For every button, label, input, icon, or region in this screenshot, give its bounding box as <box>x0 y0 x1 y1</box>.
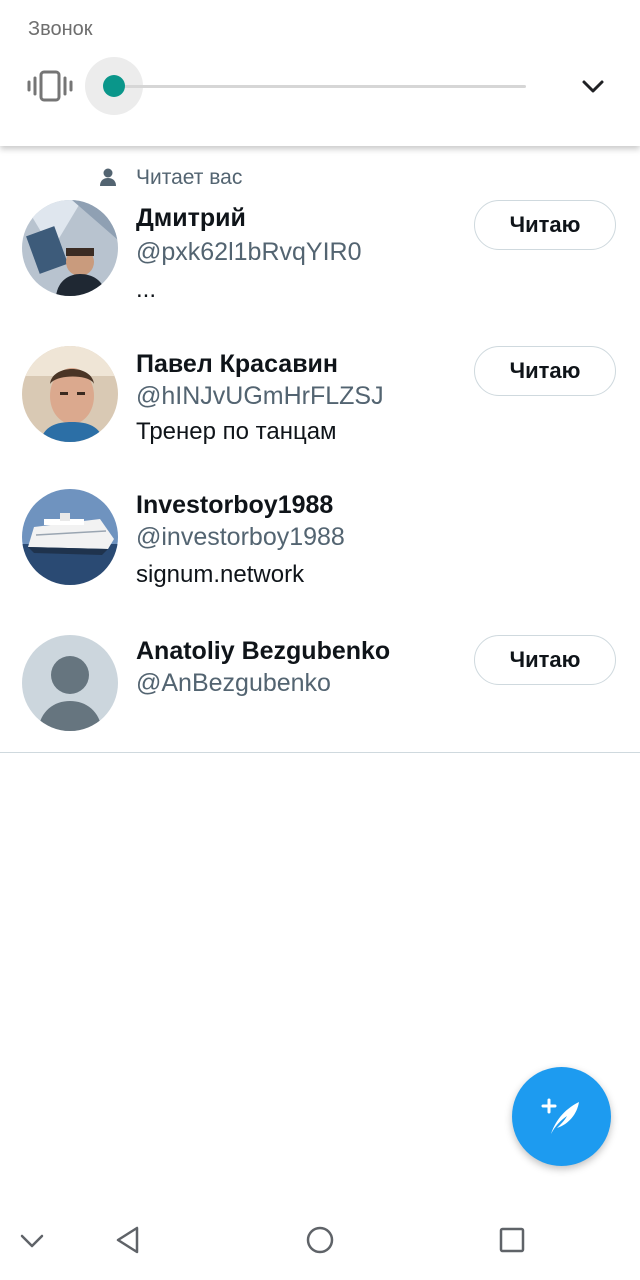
user-handle: @hINJvUGmHrFLZSJ <box>136 382 384 410</box>
follows-you-indicator: Читает вас <box>0 164 640 194</box>
person-icon <box>100 168 116 186</box>
user-handle: @investorboy1988 <box>136 523 345 551</box>
system-nav-bar <box>0 1196 640 1280</box>
user-row[interactable]: Anatoliy Bezgubenko @AnBezgubenko Читаю <box>0 635 640 735</box>
user-name: Дмитрий <box>136 204 246 232</box>
user-handle: @pxk62l1bRvqYIR0 <box>136 238 362 266</box>
user-bio: signum.network <box>136 561 305 588</box>
user-name: Anatoliy Bezgubenko <box>136 637 391 665</box>
home-icon[interactable] <box>300 1220 340 1260</box>
following-button[interactable]: Читаю <box>474 635 616 685</box>
vibrate-icon[interactable] <box>27 68 73 104</box>
user-handle: @AnBezgubenko <box>136 669 331 697</box>
list-divider <box>0 752 640 753</box>
compose-tweet-icon <box>541 1098 579 1134</box>
user-name: Павел Красавин <box>136 350 339 378</box>
compose-button[interactable] <box>512 1067 611 1166</box>
user-row[interactable]: Investorboy1988 @investorboy1988 signum.… <box>0 489 640 599</box>
following-button[interactable]: Читаю <box>474 346 616 396</box>
user-row[interactable]: Павел Красавин @hINJvUGmHrFLZSJ Тренер п… <box>0 346 640 456</box>
user-name: Investorboy1988 <box>136 491 334 519</box>
avatar[interactable] <box>22 489 118 585</box>
chevron-down-icon[interactable] <box>580 76 606 96</box>
volume-slider-thumb[interactable] <box>103 75 125 97</box>
user-bio: ... <box>136 276 157 303</box>
user-bio: Тренер по танцам <box>136 418 337 445</box>
user-row[interactable]: Дмитрий @pxk62l1bRvqYIR0 ... Читаю <box>0 200 640 310</box>
avatar[interactable] <box>22 200 118 296</box>
follows-you-label: Читает вас <box>136 166 243 189</box>
chevron-down-icon[interactable] <box>12 1220 52 1260</box>
avatar[interactable] <box>22 346 118 442</box>
volume-stream-label: Звонок <box>28 18 93 40</box>
recents-icon[interactable] <box>492 1220 532 1260</box>
avatar[interactable] <box>22 635 118 731</box>
volume-panel: Звонок <box>0 0 640 146</box>
back-icon[interactable] <box>108 1220 148 1260</box>
volume-slider[interactable] <box>114 85 526 88</box>
following-button[interactable]: Читаю <box>474 200 616 250</box>
